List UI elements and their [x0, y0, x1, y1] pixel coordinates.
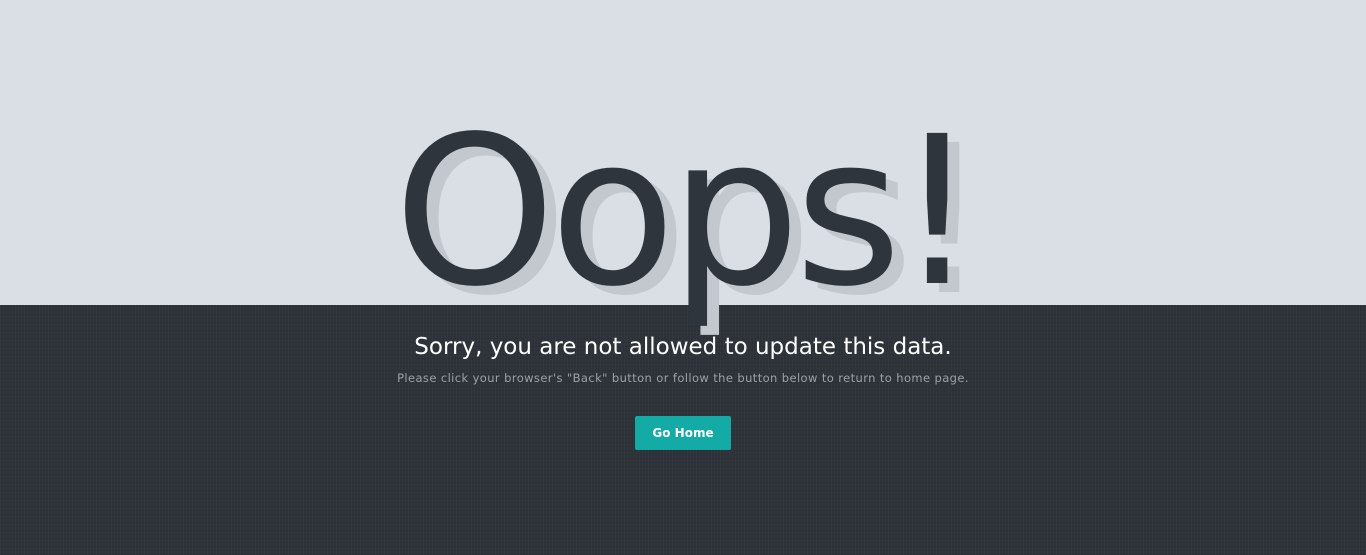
error-message: Sorry, you are not allowed to update thi…	[414, 334, 952, 360]
error-page: Oops! Sorry, you are not allowed to upda…	[0, 0, 1366, 555]
go-home-button[interactable]: Go Home	[635, 416, 731, 450]
error-hint: Please click your browser's "Back" butto…	[397, 371, 969, 385]
